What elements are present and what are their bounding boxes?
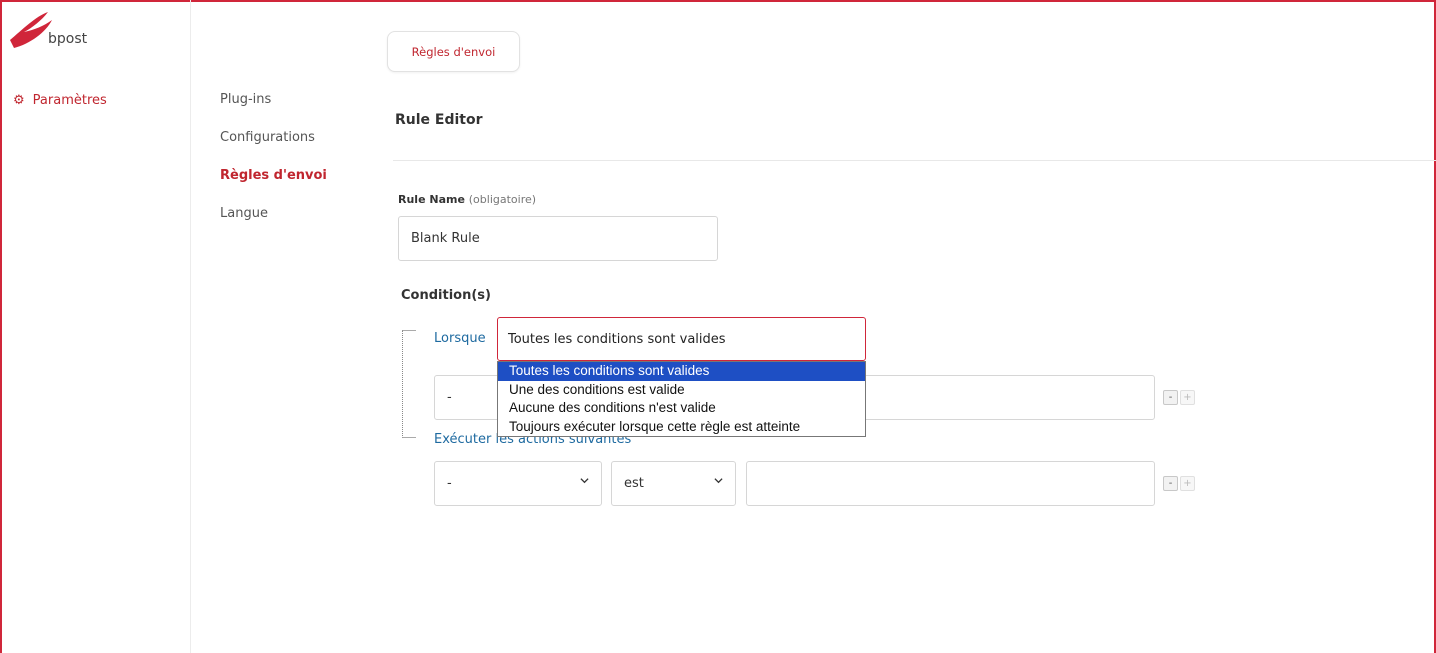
rule-name-label: Rule Name (obligatoire) [398, 193, 536, 206]
match-type-value: Toutes les conditions sont valides [508, 331, 726, 347]
brand-name: bpost [48, 31, 88, 47]
match-type-dropdown: Toutes les conditions sont valides Une d… [497, 361, 866, 437]
left-rail: bpost ⚙ Paramètres [0, 0, 191, 653]
add-action-button[interactable]: + [1180, 476, 1195, 491]
subnav-item-shipping-rules[interactable]: Règles d'envoi [220, 168, 327, 183]
subnav-item-language[interactable]: Langue [220, 206, 268, 221]
dropdown-option-always[interactable]: Toujours exécuter lorsque cette règle es… [498, 418, 865, 437]
action-operator-value: est [624, 476, 644, 491]
chevron-down-icon [714, 478, 723, 484]
match-type-select[interactable]: Toutes les conditions sont valides [497, 317, 866, 361]
condition-field-value: - [447, 390, 452, 405]
action-field-value: - [447, 476, 452, 491]
divider [393, 160, 1436, 161]
add-condition-button[interactable]: + [1180, 390, 1195, 405]
action-operator-select[interactable]: est [611, 461, 736, 506]
page-title: Rule Editor [395, 112, 483, 128]
tab-shipping-rules[interactable]: Règles d'envoi [387, 31, 520, 72]
subnav-item-plugins[interactable]: Plug-ins [220, 92, 271, 107]
dropdown-option-none-valid[interactable]: Aucune des conditions n'est valide [498, 399, 865, 418]
chevron-down-icon [580, 478, 589, 484]
when-label: Lorsque [434, 331, 486, 346]
required-hint: (obligatoire) [468, 193, 537, 206]
dropdown-option-one-valid[interactable]: Une des conditions est valide [498, 381, 865, 400]
conditions-heading: Condition(s) [401, 288, 491, 303]
gear-icon: ⚙ [13, 93, 25, 108]
dropdown-option-all-valid[interactable]: Toutes les conditions sont valides [498, 362, 865, 381]
sidebar-item-label: Paramètres [32, 93, 107, 108]
action-field-select[interactable]: - [434, 461, 602, 506]
remove-condition-button[interactable]: - [1163, 390, 1178, 405]
conditions-bracket [402, 330, 416, 438]
subnav-item-configurations[interactable]: Configurations [220, 130, 315, 145]
sidebar-item-settings[interactable]: ⚙ Paramètres [13, 93, 107, 108]
remove-action-button[interactable]: - [1163, 476, 1178, 491]
rule-name-input[interactable] [398, 216, 718, 261]
action-value-input[interactable] [746, 461, 1155, 506]
rule-name-label-text: Rule Name [398, 193, 465, 206]
